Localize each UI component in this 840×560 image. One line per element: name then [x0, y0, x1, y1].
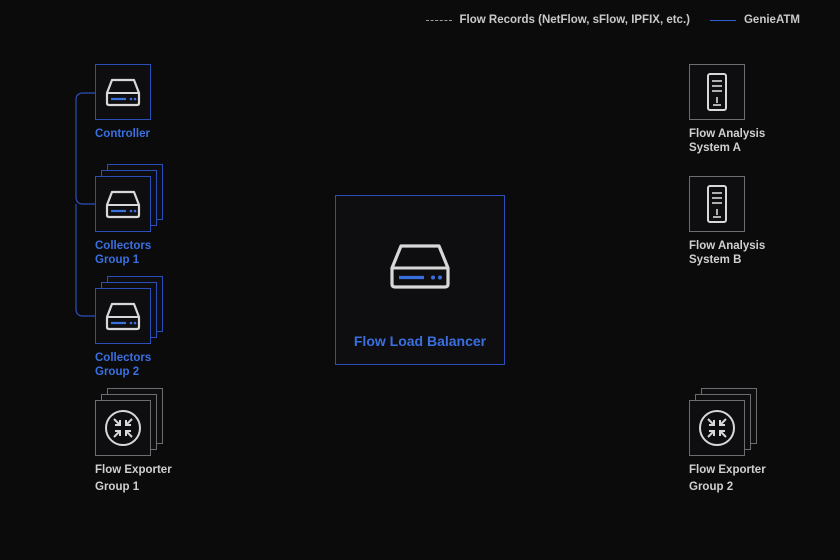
server-icon: [105, 190, 141, 219]
router-icon: [699, 410, 735, 446]
flow-analysis-system-a-box[interactable]: [689, 64, 745, 120]
flow-exporter-group-1-label-line2: Group 1: [95, 481, 140, 493]
controller-label: Controller: [95, 128, 150, 140]
collectors-group-1-label-line2: Group 1: [95, 254, 140, 266]
collectors-group-2-box[interactable]: [95, 288, 151, 344]
flow-exporter-group-2-label-line2: Group 2: [689, 481, 734, 493]
tower-server-icon: [707, 73, 727, 111]
collectors-group-1-label-line1: Collectors: [95, 240, 152, 252]
flow-analysis-system-b-box[interactable]: [689, 176, 745, 232]
collectors-group-2-label-line2: Group 2: [95, 366, 140, 378]
flow-load-balancer-label: Flow Load Balancer: [353, 333, 487, 349]
flow-exporter-group-2-box[interactable]: [689, 400, 745, 456]
flow-load-balancer-node[interactable]: Flow Load Balancer: [335, 195, 505, 365]
router-icon: [105, 410, 141, 446]
flow-analysis-system-a-label-line2: System A: [689, 142, 741, 154]
flow-exporter-group-1-label-line1: Flow Exporter: [95, 464, 172, 476]
flow-exporter-group-1-box[interactable]: [95, 400, 151, 456]
flow-analysis-system-b-label-line2: System B: [689, 254, 742, 266]
server-icon: [105, 78, 141, 107]
controller-box[interactable]: [95, 64, 151, 120]
collectors-group-2-label-line1: Collectors: [95, 352, 152, 364]
collectors-group-1-box[interactable]: [95, 176, 151, 232]
flow-analysis-system-b-label-line1: Flow Analysis: [689, 240, 766, 252]
server-icon: [105, 302, 141, 331]
flow-analysis-system-a-label-line1: Flow Analysis: [689, 128, 766, 140]
server-icon: [390, 244, 450, 289]
tower-server-icon: [707, 185, 727, 223]
flow-exporter-group-2-label-line1: Flow Exporter: [689, 464, 766, 476]
